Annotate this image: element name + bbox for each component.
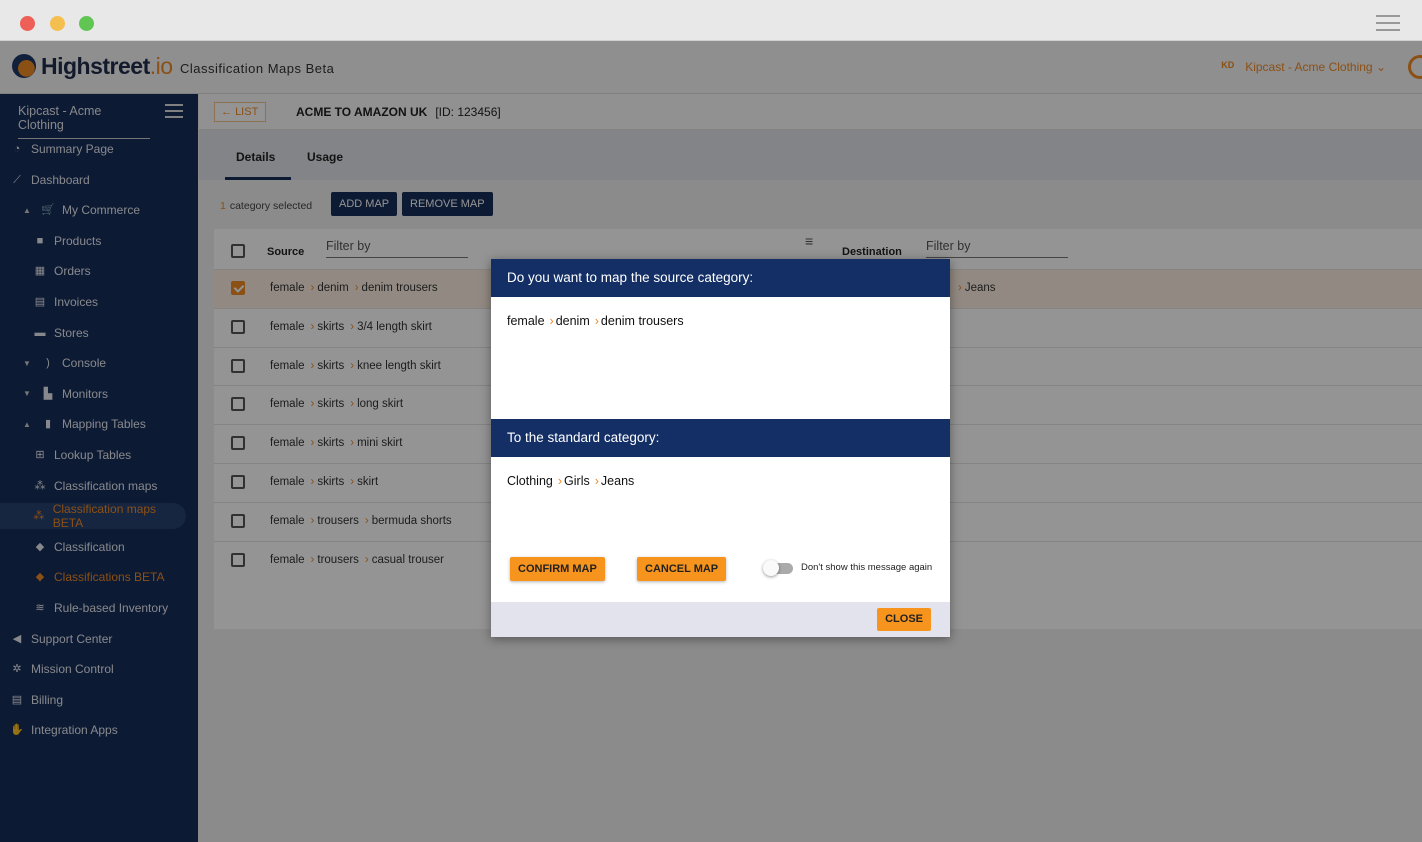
destination-section-title: To the standard category: — [491, 419, 950, 457]
chevron-right-icon: › — [557, 474, 563, 488]
close-button[interactable]: CLOSE — [877, 608, 931, 631]
source-section-title: Do you want to map the source category: — [491, 259, 950, 297]
chevron-right-icon: › — [594, 314, 599, 328]
chevron-right-icon: › — [549, 314, 554, 328]
source-category-path: female › denim › denim trousers — [491, 297, 950, 419]
browser-menu-icon[interactable] — [1376, 15, 1400, 31]
window-titlebar — [0, 0, 1422, 41]
dialog-footer: CLOSE — [491, 602, 950, 637]
path-segment: denim trousers — [600, 314, 684, 328]
path-segment: denim — [555, 314, 590, 328]
dont-show-again-toggle[interactable] — [763, 560, 793, 576]
dont-show-again-label: Don't show this message again — [801, 562, 933, 573]
path-segment: Girls — [564, 474, 590, 488]
path-segment: Jeans — [600, 474, 635, 488]
app: Highstreet.io Classification Maps Beta K… — [0, 41, 1422, 842]
window-minimize-button[interactable] — [50, 16, 65, 31]
path-segment: Clothing — [507, 474, 553, 488]
confirm-map-dialog: Do you want to map the source category: … — [491, 259, 950, 637]
window-close-button[interactable] — [20, 16, 35, 31]
cancel-map-button[interactable]: CANCEL MAP — [637, 557, 727, 581]
window-zoom-button[interactable] — [79, 16, 94, 31]
chevron-right-icon: › — [594, 474, 599, 488]
path-segment: female — [507, 314, 545, 328]
confirm-map-button[interactable]: CONFIRM MAP — [510, 557, 605, 581]
